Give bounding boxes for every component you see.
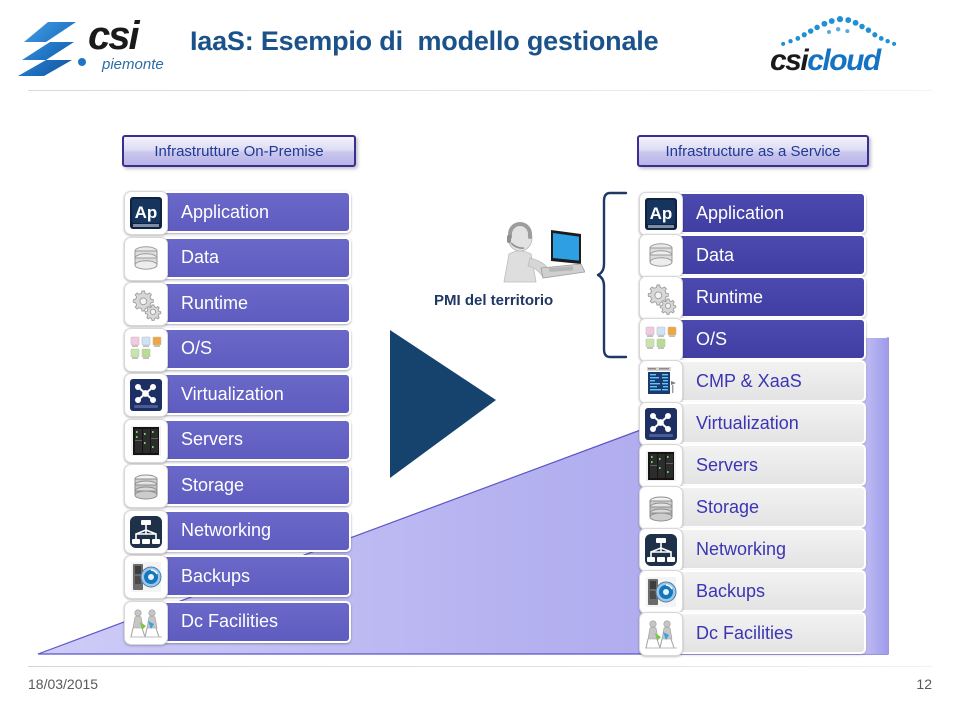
stack-row[interactable]: Ap Application bbox=[639, 192, 866, 236]
cmp-console-icon bbox=[639, 360, 683, 404]
stack-row-label: Virtualization bbox=[181, 383, 284, 404]
stack-row[interactable]: CMP & XaaS bbox=[639, 360, 866, 404]
stack-row-label: Data bbox=[181, 247, 220, 267]
slide-root: csi piemonte IaaS: Esempio di modello ge… bbox=[0, 0, 960, 707]
footer-divider bbox=[28, 666, 932, 667]
page-title: IaaS: Esempio di modello gestionale bbox=[190, 26, 659, 56]
svg-text:Ap: Ap bbox=[135, 203, 158, 222]
stack-row[interactable]: Servers bbox=[124, 418, 351, 463]
stack-row[interactable]: O/S bbox=[124, 327, 351, 372]
stack-row-label: O/S bbox=[696, 328, 728, 349]
stack-row[interactable]: Storage bbox=[124, 464, 351, 508]
left-panel-badge: Infrastrutture On-Premise bbox=[122, 135, 356, 167]
backup-icon bbox=[124, 555, 168, 599]
footer-page-number: 12 bbox=[916, 676, 932, 692]
stack-row[interactable]: Virtualization bbox=[124, 373, 351, 417]
gears-icon bbox=[639, 276, 683, 320]
csicloud-wordmark: csicloud bbox=[770, 44, 881, 77]
stack-row[interactable]: Ap Application bbox=[124, 191, 351, 235]
stack-row[interactable]: Storage bbox=[639, 486, 866, 530]
stack-row[interactable]: O/S bbox=[639, 318, 866, 362]
database-icon bbox=[639, 234, 683, 278]
stack-row[interactable]: Networking bbox=[124, 509, 351, 554]
csi-chevron-icon bbox=[18, 22, 86, 76]
stack-row[interactable]: Backups bbox=[124, 555, 351, 599]
curly-brace-icon bbox=[596, 191, 628, 359]
virtualization-icon bbox=[124, 373, 168, 417]
dc-facilities-icon bbox=[639, 612, 683, 656]
stack-row-label: CMP & XaaS bbox=[696, 370, 802, 391]
network-topology-icon bbox=[124, 509, 168, 554]
stack-row[interactable]: Data bbox=[124, 236, 351, 281]
stack-row-label: Application bbox=[181, 201, 270, 222]
footer-date: 18/03/2015 bbox=[28, 676, 99, 692]
csi-subwordmark: piemonte bbox=[102, 56, 164, 73]
database-icon bbox=[124, 236, 168, 281]
application-ap-icon: Ap bbox=[639, 192, 683, 236]
network-topology-icon bbox=[639, 528, 683, 572]
storage-disk-icon bbox=[124, 464, 168, 508]
stack-row-label: Dc Facilities bbox=[181, 611, 279, 631]
stack-row[interactable]: Dc Facilities bbox=[124, 600, 351, 645]
stack-row-label: Servers bbox=[696, 454, 759, 475]
os-tiles-icon bbox=[639, 318, 683, 362]
stack-row-label: Storage bbox=[696, 496, 760, 517]
stack-row[interactable]: Data bbox=[639, 234, 866, 278]
stack-row[interactable]: Networking bbox=[639, 528, 866, 572]
stack-row[interactable]: Virtualization bbox=[639, 402, 866, 446]
stack-row-label: Networking bbox=[696, 538, 787, 559]
virtualization-icon bbox=[639, 402, 683, 446]
csicloud-logo: csicloud bbox=[766, 12, 910, 80]
stack-row-label: Networking bbox=[181, 520, 272, 540]
stack-row-label: Virtualization bbox=[696, 412, 799, 433]
csicloud-word-cloud: cloud bbox=[807, 44, 881, 77]
stack-row-label: Servers bbox=[181, 429, 244, 449]
stack-row[interactable]: Runtime bbox=[639, 276, 866, 320]
stack-row-label: Runtime bbox=[696, 286, 764, 307]
stack-row[interactable]: Backups bbox=[639, 570, 866, 614]
stack-row-label: Application bbox=[696, 202, 785, 223]
dc-facilities-icon bbox=[124, 600, 168, 645]
stack-row-label: Backups bbox=[181, 565, 251, 586]
stack-row-label: Dc Facilities bbox=[696, 622, 794, 643]
gears-icon bbox=[124, 282, 168, 326]
stack-row[interactable]: Runtime bbox=[124, 282, 351, 326]
server-rack-icon bbox=[639, 444, 683, 488]
person-at-laptop-icon bbox=[503, 222, 585, 283]
csi-piemonte-logo: csi piemonte bbox=[16, 12, 186, 82]
slide-header: csi piemonte IaaS: Esempio di modello ge… bbox=[0, 0, 960, 92]
right-arrow-icon bbox=[390, 330, 496, 478]
os-tiles-icon bbox=[124, 327, 168, 372]
right-panel-badge: Infrastructure as a Service bbox=[637, 135, 869, 167]
stack-row[interactable]: Dc Facilities bbox=[639, 612, 866, 656]
stack-row[interactable]: Servers bbox=[639, 444, 866, 488]
csi-wordmark: csi bbox=[88, 14, 140, 58]
server-rack-icon bbox=[124, 418, 168, 463]
stack-row-label: Storage bbox=[181, 474, 245, 495]
csicloud-word-csi: csi bbox=[770, 44, 809, 77]
storage-disk-icon bbox=[639, 486, 683, 530]
stack-row-label: Data bbox=[696, 244, 735, 265]
application-ap-icon: Ap bbox=[124, 191, 168, 235]
header-divider bbox=[28, 90, 932, 91]
svg-text:Ap: Ap bbox=[650, 204, 673, 223]
backup-icon bbox=[639, 570, 683, 614]
stack-row-label: Backups bbox=[696, 580, 766, 601]
stack-row-label: Runtime bbox=[181, 292, 249, 313]
stack-row-label: O/S bbox=[181, 338, 213, 358]
